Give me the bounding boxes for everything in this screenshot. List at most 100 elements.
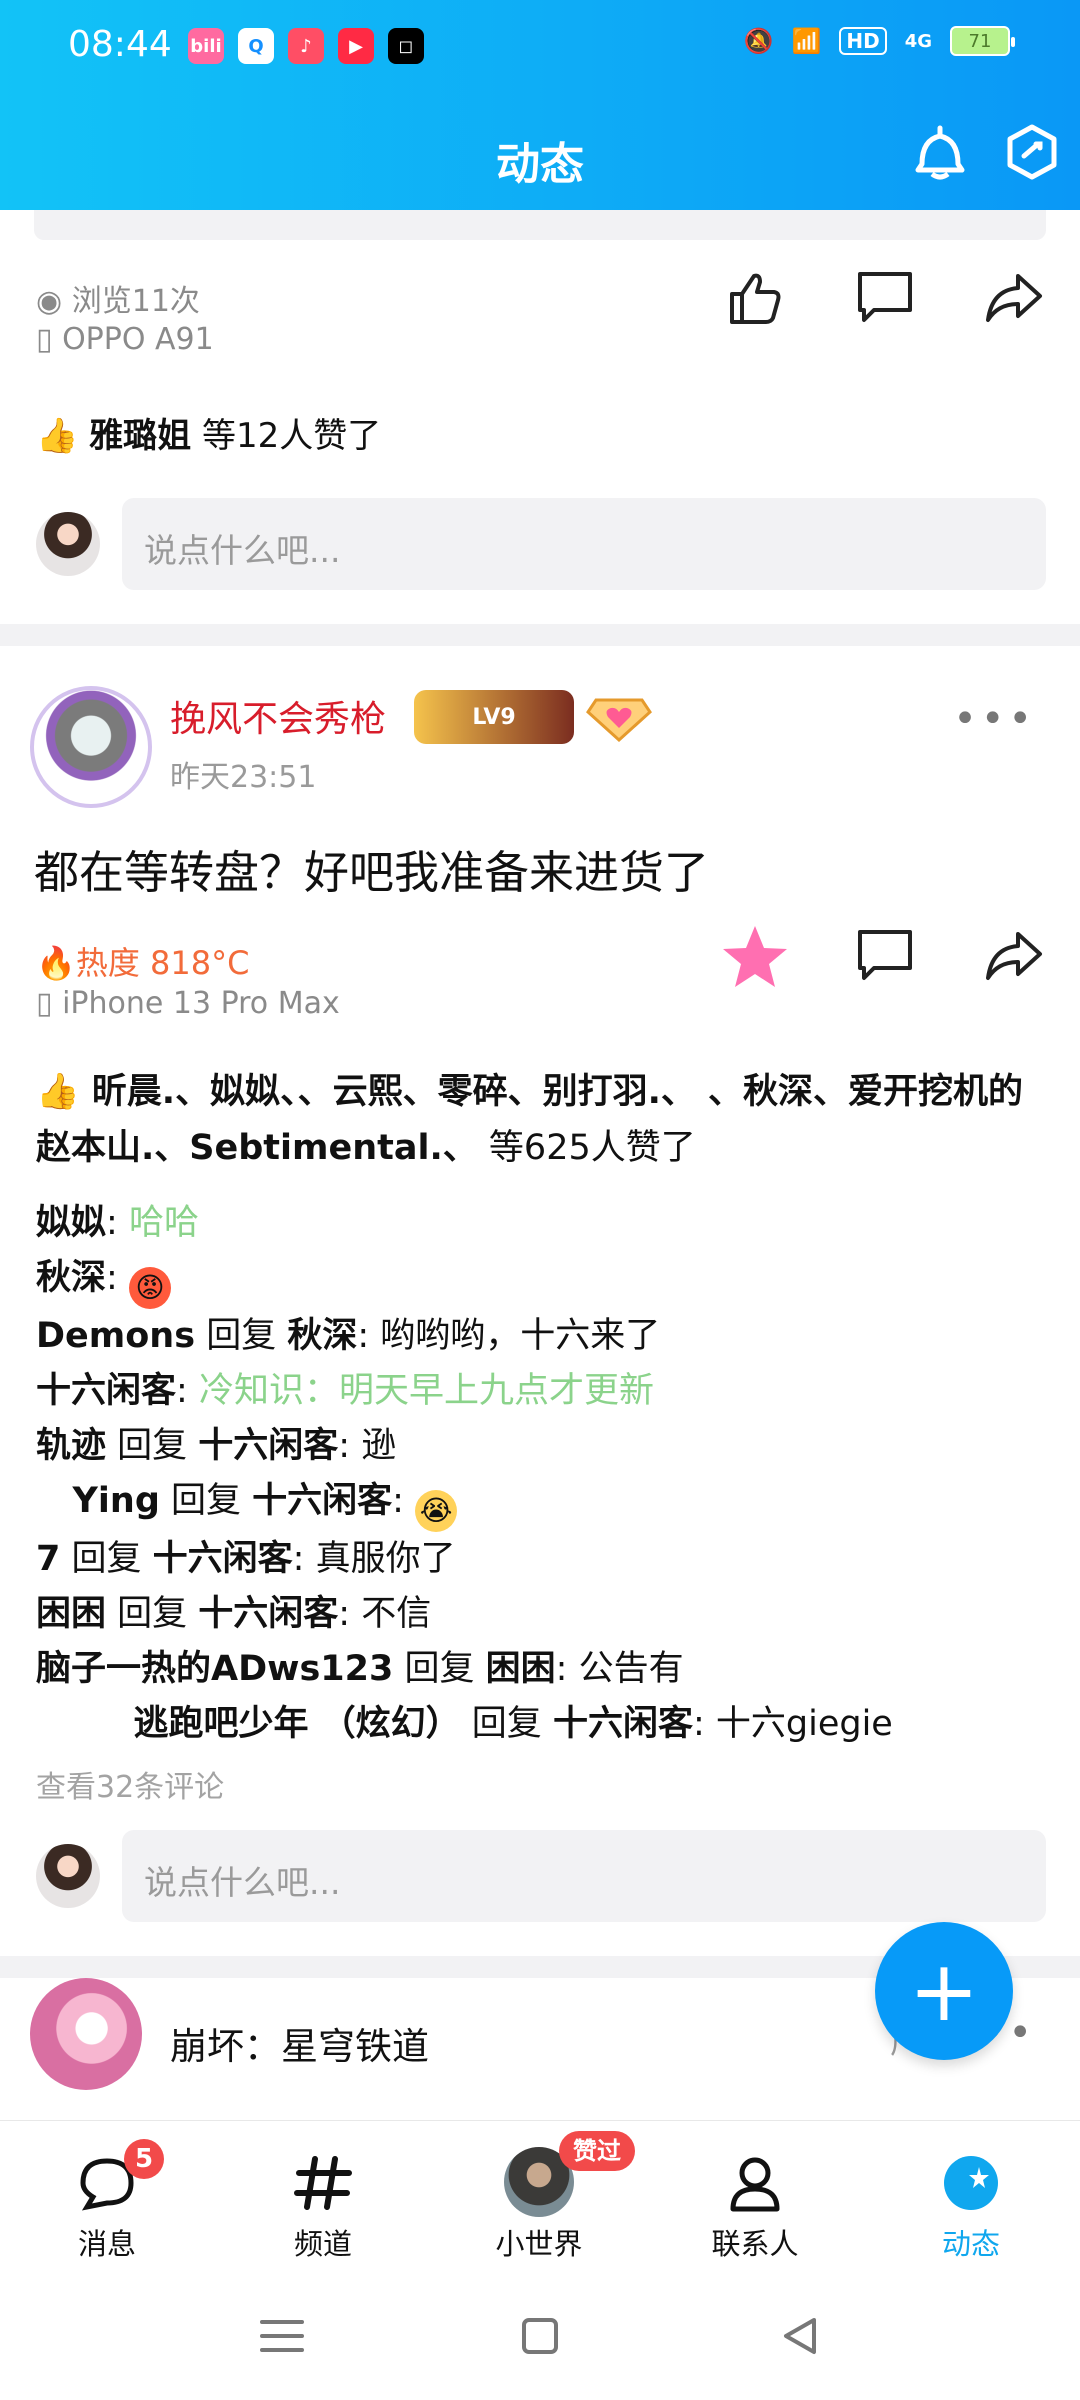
comment-item[interactable]: 姒姒: 哈哈 — [36, 1196, 1046, 1251]
comment-item[interactable]: 秋深: 😡 — [36, 1251, 1046, 1309]
liker-name[interactable]: 雅璐姐 — [89, 416, 191, 456]
avatar[interactable] — [30, 686, 152, 808]
reply-target: 十六闲客 — [198, 1426, 339, 1466]
comment-author: 姒姒 — [36, 1203, 107, 1243]
comment-sep: : — [555, 1649, 579, 1689]
status-time: 08:44 — [68, 24, 172, 65]
top-header: 08:44 bili Q ♪ ▶ ◻ 🔕 📶 HD 4G 71 动态 — [0, 0, 1080, 210]
previous-post-tail — [34, 210, 1046, 240]
comment-text: 十六giegie — [715, 1704, 893, 1744]
reply-text: 回复 — [106, 1594, 199, 1634]
settings-icon[interactable] — [1004, 124, 1060, 180]
reply-text: 回复 — [393, 1649, 486, 1689]
like-icon[interactable] — [724, 268, 784, 328]
more-icon[interactable]: ••• — [953, 696, 1036, 742]
comment-sep: : — [106, 1203, 129, 1243]
nav-label: 动态 — [941, 2227, 1000, 2261]
phone-icon: ▯ — [36, 322, 53, 357]
reply-target: 十六闲客 — [252, 1481, 393, 1521]
comment-icon[interactable] — [856, 270, 914, 326]
person-icon — [730, 2157, 780, 2212]
angry-emoji-icon: 😡 — [128, 1267, 171, 1309]
comment-author: Ying — [36, 1481, 160, 1521]
reply-target: 十六闲客 — [552, 1704, 693, 1744]
notification-app-icons: bili Q ♪ ▶ ◻ — [188, 28, 424, 64]
comment-input-row: 说点什么吧... — [36, 1830, 1046, 1922]
ad-account-name: 崩坏：星穹铁道 — [170, 2025, 429, 2068]
diamond-heart-icon — [586, 698, 652, 743]
comment-sep: : — [106, 1258, 129, 1298]
comment-item[interactable]: 轨迹 回复 十六闲客: 逊 — [36, 1419, 1046, 1474]
post-divider — [0, 624, 1080, 646]
device-text: OPPO A91 — [62, 322, 214, 357]
menu-icon[interactable] — [252, 2314, 312, 2358]
avatar — [30, 1978, 142, 2090]
comment-author: Demons — [36, 1316, 196, 1356]
device-info: ▯ iPhone 13 Pro Max — [36, 986, 340, 1021]
comment-input[interactable]: 说点什么吧... — [122, 498, 1046, 590]
status-bar: 08:44 bili Q ♪ ▶ ◻ 🔕 📶 HD 4G 71 — [0, 24, 1080, 74]
reply-text: 回复 — [460, 1704, 553, 1744]
reply-target: 困困 — [485, 1649, 556, 1689]
hd-icon: HD — [839, 27, 887, 55]
reply-text: 回复 — [106, 1426, 199, 1466]
view-count: ◉ 浏览11次 — [36, 276, 200, 320]
comment-sep: : — [176, 1371, 199, 1411]
comment-item[interactable]: Ying 回复 十六闲客: 😭 — [36, 1474, 1046, 1532]
thumb-icon: 👍 — [36, 416, 79, 456]
avatar — [36, 512, 100, 576]
comment-text: 哈哈 — [128, 1203, 199, 1243]
reply-target: 十六闲客 — [152, 1539, 293, 1579]
comment-item[interactable]: 7 回复 十六闲客: 真服你了 — [36, 1532, 1046, 1587]
comment-sep: : — [338, 1594, 362, 1634]
comment-author: 7 — [36, 1539, 61, 1579]
hashtag-icon — [294, 2156, 352, 2210]
mute-icon: 🔕 — [743, 27, 774, 55]
comment-sep: : — [292, 1539, 316, 1579]
star-icon[interactable] — [720, 922, 790, 992]
comment-sep: : — [357, 1316, 381, 1356]
bell-icon[interactable] — [912, 122, 968, 182]
bilibili-icon: bili — [188, 28, 224, 64]
comment-item[interactable]: Demons 回复 秋深: 哟哟哟，十六来了 — [36, 1309, 1046, 1364]
system-icons: 🔕 📶 HD 4G 71 — [743, 26, 1015, 56]
video-icon: ▶ — [338, 28, 374, 64]
post-username[interactable]: 挽风不会秀枪 — [170, 690, 386, 742]
comment-text: 冷知识：明天早上九点才更新 — [198, 1371, 654, 1411]
liked-badge: 赞过 — [559, 2131, 635, 2171]
comment-item[interactable]: 脑子一热的ADws123 回复 困困: 公告有 — [36, 1642, 1046, 1697]
share-icon[interactable] — [984, 270, 1044, 326]
post-text: 都在等转盘？好吧我准备来进货了 — [34, 846, 710, 899]
comment-author: 轨迹 — [36, 1426, 107, 1466]
level-badge: LV9 — [414, 690, 574, 744]
feed — [0, 210, 1080, 240]
nav-label: 小世界 — [495, 2227, 583, 2261]
eye-icon: ◉ — [36, 284, 63, 319]
comment-input[interactable]: 说点什么吧... — [122, 1830, 1046, 1922]
system-navigation-bar — [0, 2260, 1080, 2400]
back-icon[interactable] — [770, 2314, 830, 2358]
avatar — [36, 1844, 100, 1908]
view-count-text: 浏览11次 — [71, 284, 200, 319]
reply-target: 秋深 — [287, 1316, 358, 1356]
comment-icon[interactable] — [856, 928, 914, 984]
feed-star-icon — [944, 2156, 998, 2210]
comment-text: 逊 — [361, 1426, 397, 1466]
share-icon[interactable] — [984, 928, 1044, 984]
comment-item[interactable]: 十六闲客: 冷知识：明天早上九点才更新 — [36, 1364, 1046, 1419]
view-more-comments[interactable]: 查看32条评论 — [36, 1762, 224, 1806]
add-post-button[interactable]: + — [875, 1922, 1013, 2060]
reply-text: 回复 — [195, 1316, 288, 1356]
comment-text: 不信 — [361, 1594, 432, 1634]
fire-icon: 🔥 — [36, 944, 76, 982]
comment-item[interactable]: 逃跑吧少年 （炫幻） 回复 十六闲客: 十六giegie — [36, 1697, 1046, 1752]
home-icon[interactable] — [510, 2314, 570, 2358]
phone-icon: ▯ — [36, 986, 53, 1021]
bottom-nav: 5 消息 频道 赞过 小世界 联系人 动态 — [0, 2120, 1080, 2261]
nav-label: 频道 — [293, 2227, 352, 2261]
app-icon: ◻ — [388, 28, 424, 64]
comment-item[interactable]: 困困 回复 十六闲客: 不信 — [36, 1587, 1046, 1642]
reply-text: 回复 — [60, 1539, 153, 1579]
comment-text: 真服你了 — [315, 1539, 456, 1579]
battery-icon: 71 — [950, 26, 1015, 56]
